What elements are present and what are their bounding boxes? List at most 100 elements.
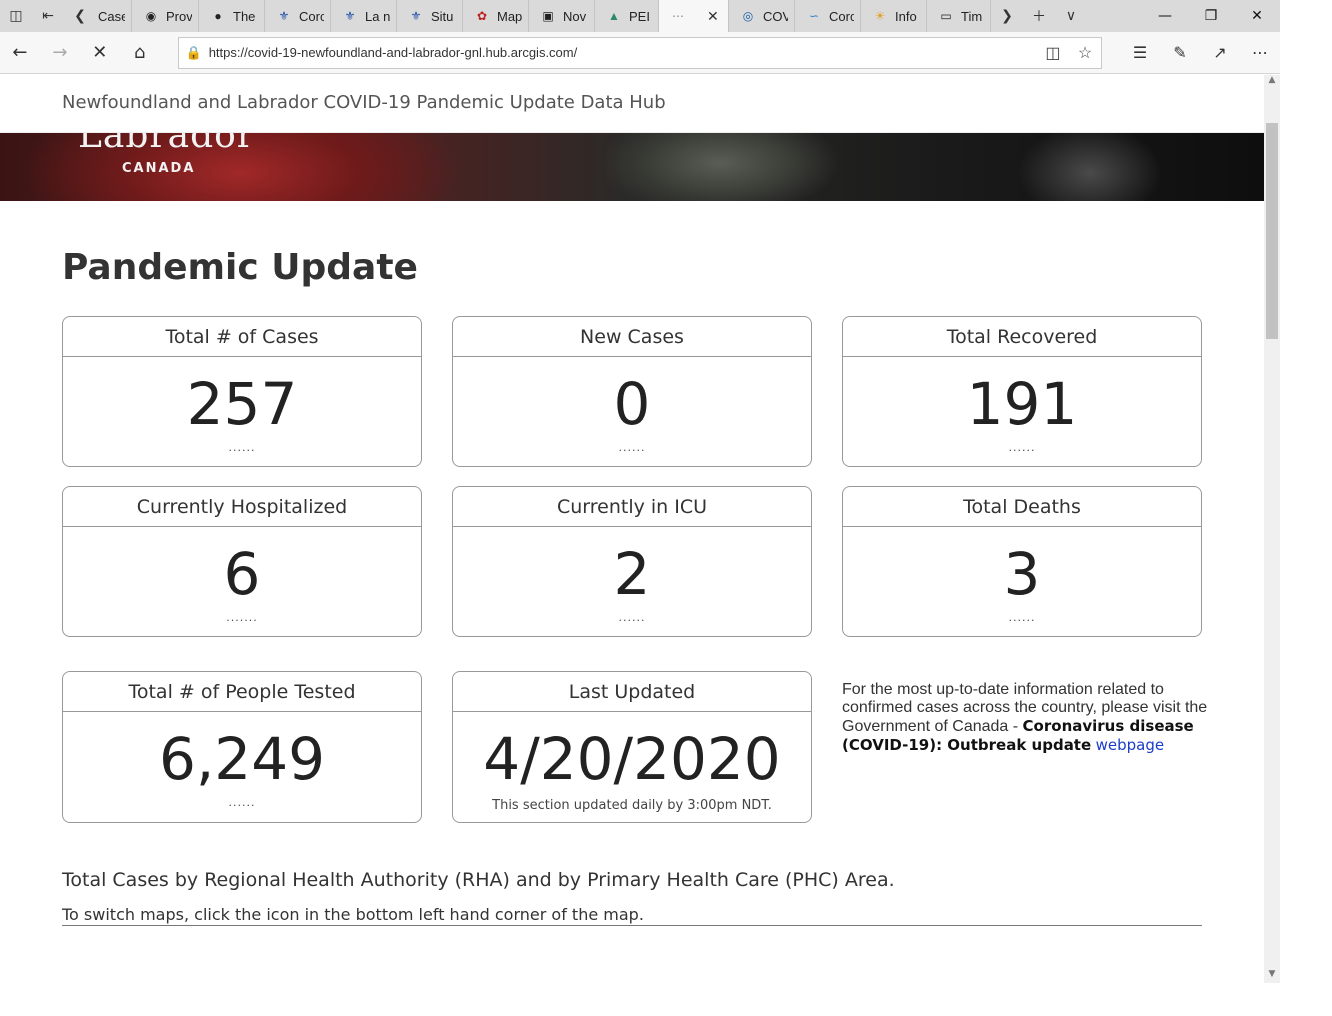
stat-card-value: 4/20/2020 — [483, 725, 781, 793]
tab[interactable]: ◉ Prov — [132, 0, 199, 32]
stat-card-footer: ...... — [618, 611, 646, 624]
site-title[interactable]: Newfoundland and Labrador COVID-19 Pande… — [62, 92, 666, 113]
page-title: Pandemic Update — [62, 247, 418, 288]
pen-notes-icon[interactable]: ✎ — [1160, 33, 1200, 73]
page-scrollbar[interactable]: ▲ ▼ — [1264, 75, 1280, 983]
scroll-up-arrow-icon[interactable]: ▲ — [1264, 75, 1280, 89]
favorites-hub-icon[interactable]: ☰ — [1120, 33, 1160, 73]
tab-label: Case — [98, 8, 125, 24]
forward-arrow-icon[interactable]: → — [40, 33, 80, 73]
favorite-star-icon[interactable]: ☆ — [1069, 43, 1101, 63]
stat-card-label: Currently in ICU — [453, 487, 811, 527]
fleur-de-lis-icon: ⚜ — [278, 9, 290, 23]
pei-icon: ▲ — [608, 9, 620, 23]
scroll-tabs-right-icon[interactable]: ❯ — [991, 0, 1023, 32]
stat-card-people-tested: Total # of People Tested 6,249 ...... — [62, 671, 422, 823]
stat-card-value: 6,249 — [158, 725, 326, 793]
tab[interactable]: ⚜ Corc — [265, 0, 331, 32]
tab[interactable]: ⚜ Situ — [397, 0, 463, 32]
stat-card-value: 0 — [613, 370, 651, 438]
moose-icon: ◉ — [145, 9, 157, 23]
scroll-down-arrow-icon[interactable]: ▼ — [1264, 969, 1280, 983]
stat-card-new-cases: New Cases 0 ...... — [452, 316, 812, 467]
tab-label: PEI ( — [629, 8, 652, 24]
stat-card-footer: ...... — [228, 796, 256, 809]
stat-card-total-deaths: Total Deaths 3 ...... — [842, 486, 1202, 637]
home-icon[interactable]: ⌂ — [120, 33, 160, 73]
tab-label: La n — [365, 8, 390, 24]
fleur-de-lis-icon: ⚜ — [410, 9, 422, 23]
stat-card-label: Total # of Cases — [63, 317, 421, 357]
info-paragraph: For the most up-to-date information rela… — [842, 681, 1212, 755]
tab-list-chevron-icon[interactable]: ∨ — [1055, 0, 1087, 32]
window-icon: ▭ — [940, 9, 952, 23]
lion-icon: ● — [214, 9, 222, 23]
stat-card-hospitalized: Currently Hospitalized 6 ....... — [62, 486, 422, 637]
tab[interactable]: ▣ Nov — [529, 0, 595, 32]
stat-card-label: Currently Hospitalized — [63, 487, 421, 527]
rha-section-title: Total Cases by Regional Health Authority… — [62, 869, 895, 891]
tab[interactable]: Case — [96, 0, 132, 32]
stat-card-label: Total Deaths — [843, 487, 1201, 527]
new-tab-icon[interactable]: ＋ — [1023, 0, 1055, 32]
webpage-link[interactable]: webpage — [1096, 736, 1164, 754]
stat-card-value: 257 — [186, 370, 298, 438]
stat-card-footer: ...... — [228, 441, 256, 454]
address-bar[interactable]: 🔒 https://covid-19-newfoundland-and-labr… — [177, 36, 1102, 69]
minimize-icon[interactable]: — — [1142, 0, 1188, 32]
scrollbar-thumb[interactable] — [1266, 123, 1278, 339]
tab[interactable]: ☀ Info — [861, 0, 927, 32]
rha-section-note: To switch maps, click the icon in the bo… — [62, 905, 644, 924]
lock-icon[interactable]: 🔒 — [179, 45, 209, 61]
sun-icon: ☀ — [874, 9, 886, 23]
more-options-icon[interactable]: ⋯ — [1240, 33, 1280, 73]
stat-card-value: 191 — [966, 370, 1078, 438]
stop-loading-icon[interactable]: ✕ — [80, 33, 120, 73]
tab-label: Info — [895, 8, 917, 24]
update-schedule-note: This section updated daily by 3:00pm NDT… — [492, 798, 772, 813]
tab-label: Tim — [961, 8, 983, 24]
tab-label: Map — [497, 8, 522, 24]
back-arrow-icon[interactable]: ← — [0, 33, 40, 73]
tab-label: Situ — [431, 8, 454, 24]
reading-view-icon[interactable]: ◫ — [1037, 43, 1069, 63]
scroll-tabs-left-icon[interactable]: ❮ — [64, 0, 96, 32]
share-icon[interactable]: ↗ — [1200, 33, 1240, 73]
hero-banner: Labrador CANADA — [0, 133, 1264, 201]
tab[interactable]: ✿ Map — [463, 0, 529, 32]
image-icon: ▣ — [542, 9, 554, 23]
page-viewport: Newfoundland and Labrador COVID-19 Pande… — [0, 75, 1264, 1016]
tab[interactable]: ▲ PEI ( — [595, 0, 659, 32]
stat-card-label: Total Recovered — [843, 317, 1201, 357]
stat-card-value: 2 — [613, 540, 651, 608]
url-text[interactable]: https://covid-19-newfoundland-and-labrad… — [209, 45, 1037, 60]
tab-active[interactable]: ⋯ ✕ — [659, 0, 729, 32]
tab[interactable]: ● The — [199, 0, 265, 32]
banner-logo-main: Labrador — [78, 133, 256, 156]
restore-icon[interactable]: ❐ — [1188, 0, 1234, 32]
tab-label: COV — [763, 8, 788, 24]
set-tabs-aside-icon[interactable]: ⇤ — [32, 0, 64, 32]
stat-card-label: New Cases — [453, 317, 811, 357]
close-tab-icon[interactable]: ✕ — [707, 8, 719, 25]
tab-label: Corc — [829, 8, 854, 24]
stat-card-label: Total # of People Tested — [63, 672, 421, 712]
tab[interactable]: ▭ Tim — [927, 0, 991, 32]
browser-tab-bar: ◫ ⇤ ❮ Case ◉ Prov ● The ⚜ Corc ⚜ La n ⚜ … — [0, 0, 1280, 32]
stat-card-footer: ....... — [226, 611, 258, 624]
tab-label: Corc — [299, 8, 324, 24]
close-window-icon[interactable]: ✕ — [1234, 0, 1280, 32]
tab[interactable]: ∽ Corc — [795, 0, 861, 32]
tab-preview-icon[interactable]: ◫ — [0, 0, 32, 32]
stat-card-last-updated: Last Updated 4/20/2020 This section upda… — [452, 671, 812, 823]
stat-card-value: 3 — [1003, 540, 1041, 608]
loading-icon: ⋯ — [672, 9, 684, 23]
browser-toolbar: ← → ✕ ⌂ 🔒 https://covid-19-newfoundland-… — [0, 32, 1280, 74]
tab[interactable]: ⚜ La n — [331, 0, 397, 32]
tab-label: The — [233, 8, 256, 24]
map-icon: ✿ — [476, 9, 488, 23]
tab[interactable]: ◎ COV — [729, 0, 795, 32]
section-divider — [62, 925, 1202, 926]
wave-icon: ∽ — [808, 9, 820, 23]
site-header: Newfoundland and Labrador COVID-19 Pande… — [0, 75, 1264, 133]
